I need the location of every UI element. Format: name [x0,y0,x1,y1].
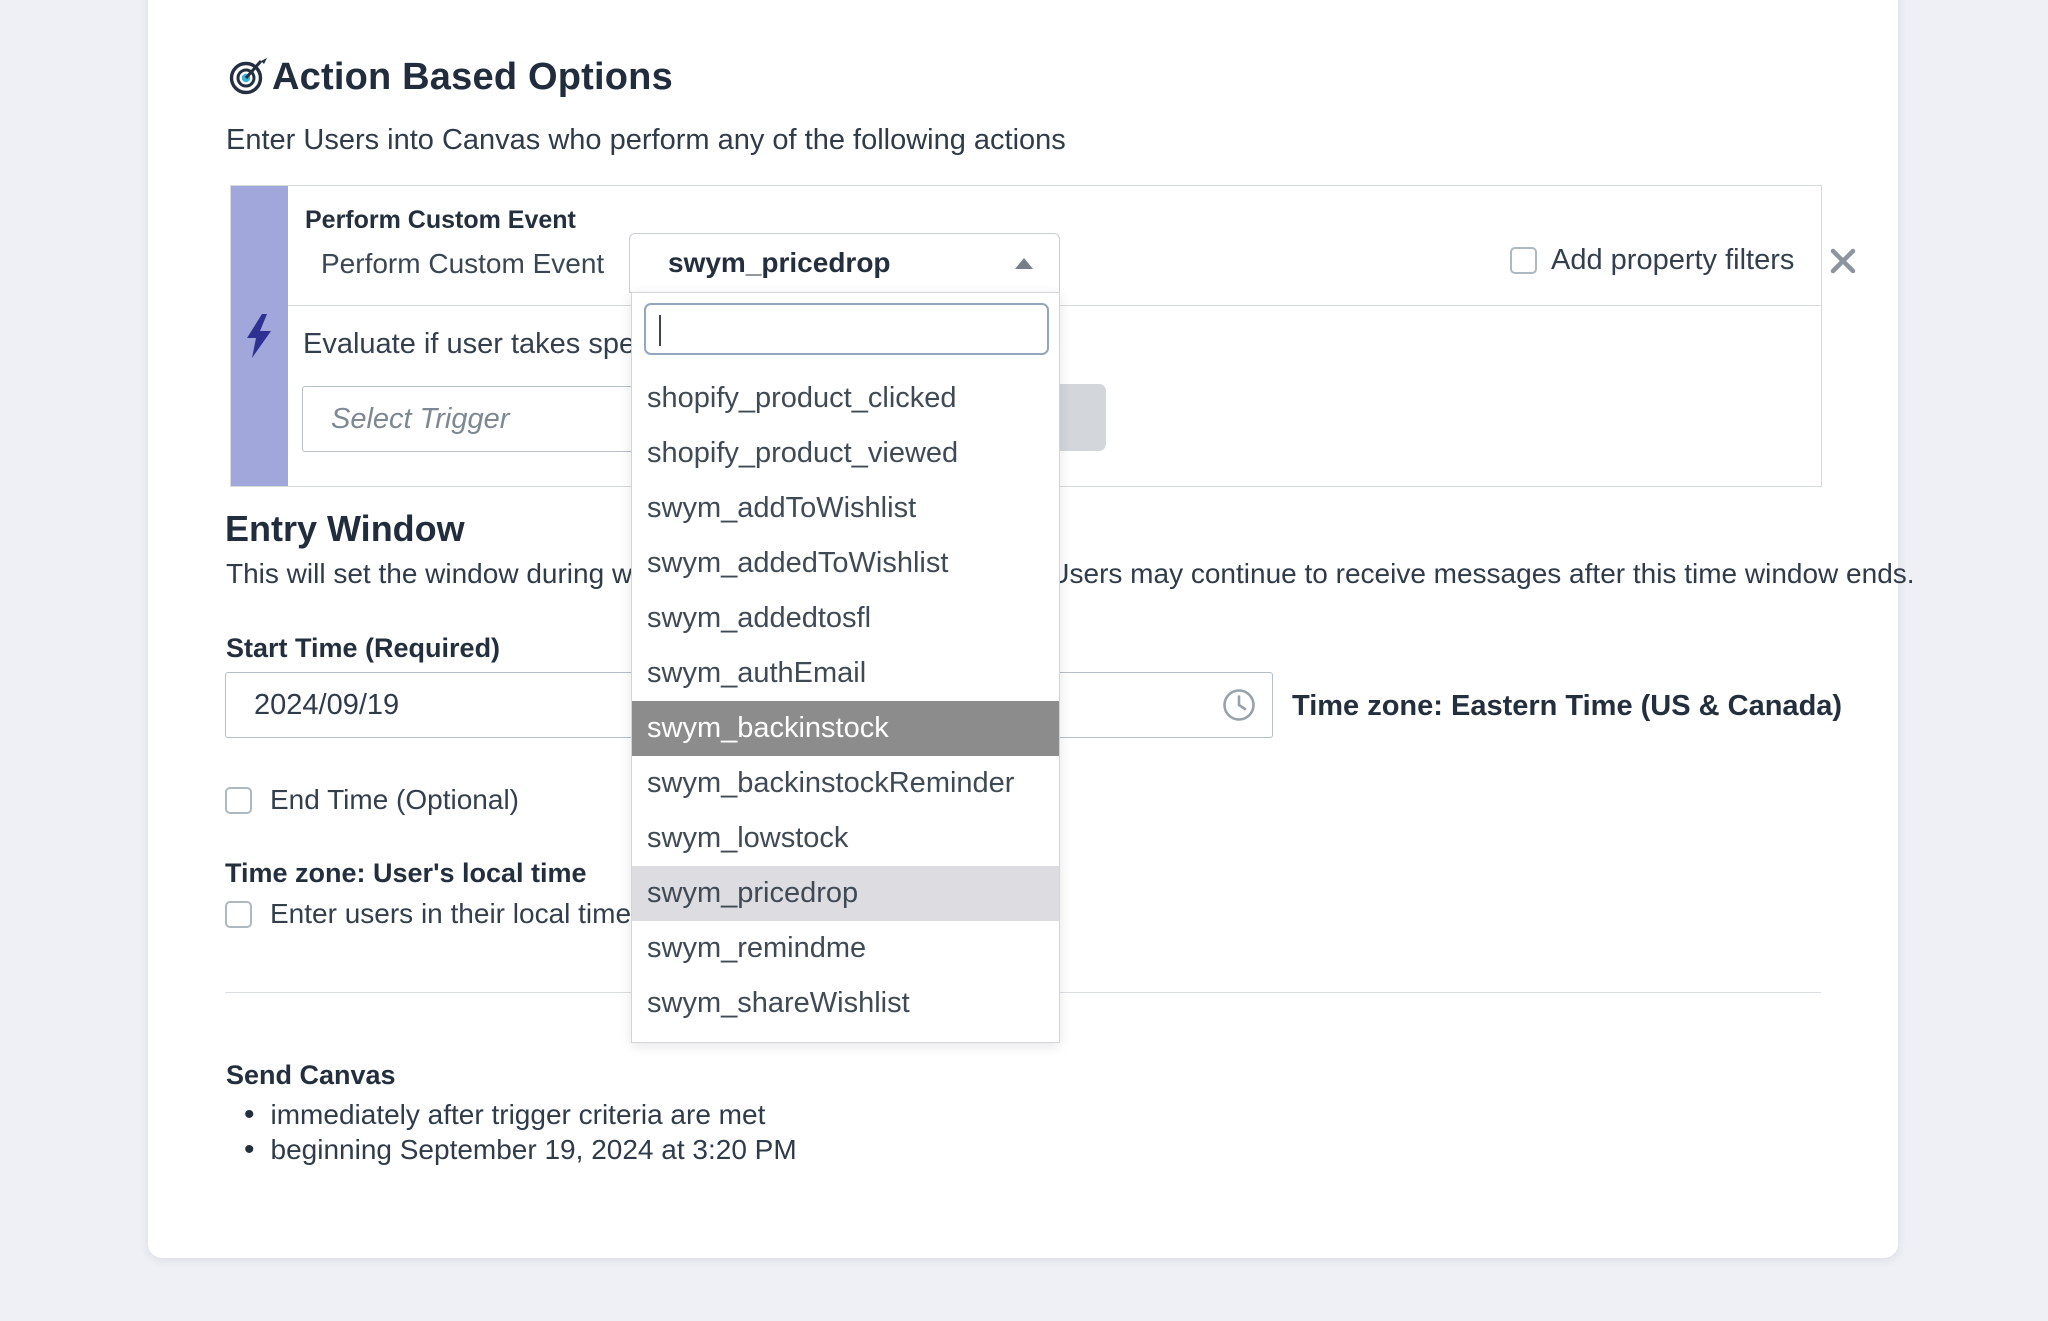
dropdown-option[interactable]: swym_shareWishlist [632,976,1059,1031]
custom-event-dropdown: shopify_product_clicked shopify_product_… [631,292,1060,1043]
send-canvas-bullet: beginning September 19, 2024 at 3:20 PM [244,1133,797,1167]
send-canvas-bullet-text: beginning September 19, 2024 at 3:20 PM [271,1134,797,1166]
timezone-eastern-label: Time zone: Eastern Time (US & Canada) [1292,690,1842,723]
dropdown-option-selected[interactable]: swym_pricedrop [632,866,1059,921]
end-time-checkbox[interactable] [225,787,252,814]
dropdown-option[interactable]: swym_addToWishlist [632,481,1059,536]
dropdown-option[interactable]: shopify_product_clicked [632,371,1059,426]
custom-event-selected-value: swym_pricedrop [668,247,891,279]
custom-event-select[interactable]: swym_pricedrop [629,233,1060,293]
dropdown-option[interactable]: swym_lowstock [632,811,1059,866]
dropdown-option[interactable]: swym_authEmail [632,646,1059,701]
accent-strip [231,186,288,486]
end-time-control: End Time (Optional) [225,784,519,816]
page-subtitle: Enter Users into Canvas who perform any … [226,124,1066,157]
dropdown-option[interactable]: shopify_product_viewed [632,426,1059,481]
custom-event-label: Perform Custom Event [321,248,604,280]
local-timezone-checkbox[interactable] [225,901,252,928]
dropdown-option-list: shopify_product_clicked shopify_product_… [632,371,1059,1031]
text-cursor [659,315,661,346]
page-title: Action Based Options [272,56,673,99]
select-trigger-placeholder: Select Trigger [331,403,509,436]
send-canvas-bullet-text: immediately after trigger criteria are m… [271,1099,766,1131]
dropdown-search-input[interactable] [644,303,1049,355]
start-time-value: 2024/09/19 [254,689,399,722]
dropdown-option[interactable]: swym_addedtosfl [632,591,1059,646]
caret-up-icon [1015,258,1033,269]
entry-window-description: This will set the window during which us… [226,558,1915,590]
dropdown-option[interactable]: swym_addedToWishlist [632,536,1059,591]
close-icon[interactable] [1830,248,1856,274]
lightning-icon [245,314,275,358]
entry-window-title: Entry Window [225,508,465,550]
target-icon [228,54,268,96]
custom-event-header: Perform Custom Event [305,206,576,235]
send-canvas-title: Send Canvas [226,1060,396,1091]
end-time-label: End Time (Optional) [270,784,519,816]
dropdown-option[interactable]: swym_remindme [632,921,1059,976]
dropdown-option[interactable]: swym_backinstockReminder [632,756,1059,811]
add-property-filters-label: Add property filters [1551,244,1794,277]
add-property-filters-checkbox[interactable] [1510,247,1537,274]
add-property-filters-control: Add property filters [1510,244,1856,277]
dropdown-option-hovered[interactable]: swym_backinstock [632,701,1059,756]
send-canvas-bullet: immediately after trigger criteria are m… [244,1098,765,1132]
start-time-label: Start Time (Required) [226,633,500,664]
clock-icon[interactable] [1222,688,1256,722]
local-timezone-header: Time zone: User's local time [225,858,587,889]
